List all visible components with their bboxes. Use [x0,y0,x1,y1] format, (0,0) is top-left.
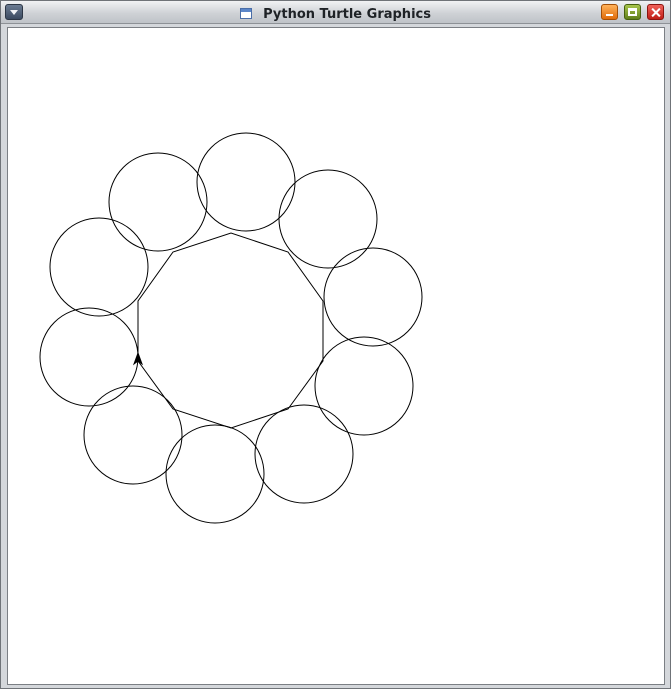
circle-2 [49,217,149,317]
circle-4 [196,132,296,232]
circle-5 [278,169,378,269]
turtle-drawing [39,132,423,524]
maximize-icon[interactable] [624,4,641,20]
circle-3 [108,152,208,252]
circle-1 [39,307,139,407]
circle-7 [314,336,414,436]
title-area: Python Turtle Graphics [1,4,670,22]
circle-9 [165,424,265,524]
close-icon[interactable] [647,4,664,20]
app-window-icon [240,8,253,19]
turtle-canvas[interactable] [7,27,665,685]
title-bar[interactable]: Python Turtle Graphics [1,1,670,24]
decagon-path [137,232,324,429]
turtle-window: Python Turtle Graphics [0,0,671,689]
minimize-icon[interactable] [601,4,618,20]
circle-8 [254,404,354,504]
window-title: Python Turtle Graphics [263,7,431,22]
circle-6 [323,247,423,347]
